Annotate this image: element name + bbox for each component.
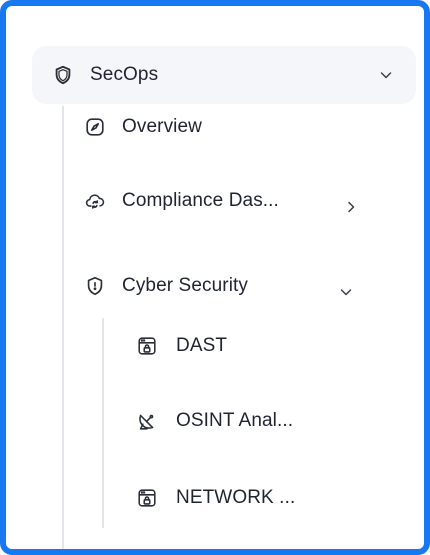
chevron-down-icon[interactable] — [338, 284, 354, 300]
tree-line-level-1 — [62, 106, 64, 549]
shield-icon — [52, 64, 74, 86]
nav-item-overview[interactable]: Overview — [84, 109, 202, 145]
nav-subitem-label: OSINT Anal... — [176, 410, 294, 431]
shield-alert-icon — [84, 275, 106, 297]
nav-subitem-label: DAST — [176, 335, 228, 356]
nav-root-row[interactable]: SecOps — [52, 57, 158, 93]
sidebar-panel: SecOps Overview Compliance Das... Cyber … — [0, 0, 430, 555]
compass-icon — [84, 116, 106, 138]
chevron-down-icon[interactable] — [378, 67, 394, 83]
nav-subitem-label: NETWORK ... — [176, 487, 296, 508]
browser-lock-icon — [136, 487, 158, 509]
nav-item-label: Overview — [122, 116, 202, 137]
nav-root-label: SecOps — [90, 64, 159, 85]
nav-subitem-network[interactable]: NETWORK ... — [136, 480, 295, 516]
nav-item-compliance[interactable]: Compliance Das... — [84, 183, 279, 219]
nav-item-label: Cyber Security — [122, 275, 248, 296]
chevron-right-icon[interactable] — [343, 199, 359, 215]
cloud-sync-icon — [84, 190, 106, 212]
satellite-dish-icon — [136, 410, 158, 432]
nav-item-cyber-security[interactable]: Cyber Security — [84, 268, 248, 304]
browser-lock-icon — [136, 335, 158, 357]
nav-item-label: Compliance Das... — [122, 190, 279, 211]
nav-root-secops[interactable]: SecOps — [32, 46, 416, 104]
nav-subitem-osint[interactable]: OSINT Anal... — [136, 403, 293, 439]
nav-subitem-dast[interactable]: DAST — [136, 328, 227, 364]
tree-line-level-2 — [102, 318, 104, 528]
